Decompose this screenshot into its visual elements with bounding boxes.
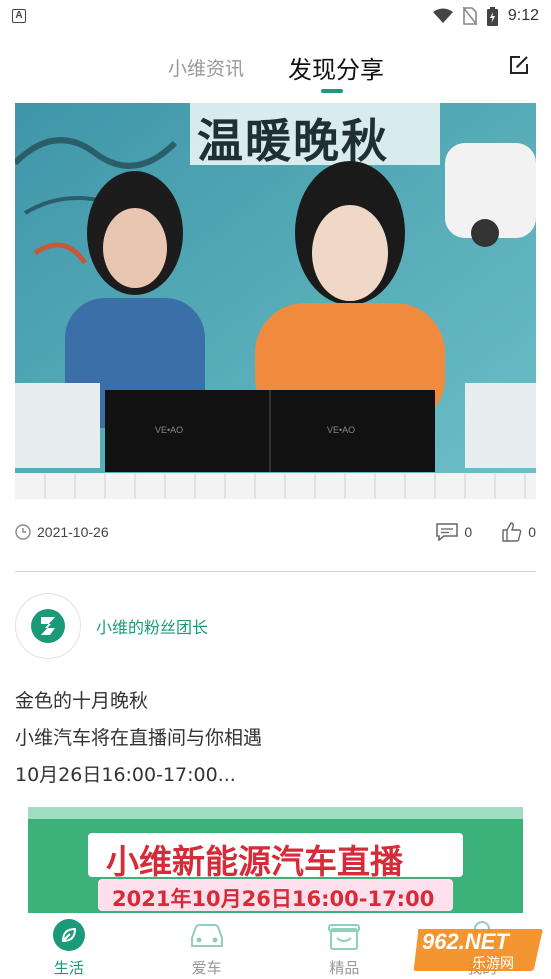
nav-label-car: 爱车 xyxy=(191,959,222,977)
box-logo-left: VE•AO xyxy=(155,425,184,435)
nav-label-boutique: 精品 xyxy=(329,959,360,977)
live-stream-banner[interactable]: 小维新能源汽车直播 2021年10月26日16:00-17:00 xyxy=(28,807,523,915)
notification-a-icon: A xyxy=(12,9,26,23)
top-tab-bar: 小维资讯 发现分享 xyxy=(0,40,551,96)
thumbs-up-icon xyxy=(502,522,522,542)
status-icons: 9:12 xyxy=(432,6,539,26)
car-icon xyxy=(190,924,223,947)
banner-title: 小维新能源汽车直播 xyxy=(106,842,403,881)
active-tab-indicator xyxy=(321,89,343,93)
author-row[interactable]: 小维的粉丝团长 xyxy=(15,593,208,659)
nav-item-boutique[interactable]: 精品 xyxy=(276,913,414,979)
banner-subtitle: 2021年10月26日16:00-17:00 xyxy=(112,887,435,911)
post-line: 小维汽车将在直播间与你相遇 xyxy=(15,727,263,749)
nav-item-life[interactable]: 生活 xyxy=(0,913,138,979)
clock-icon xyxy=(15,524,31,540)
box-logo-right: VE•AO xyxy=(327,425,356,435)
divider xyxy=(15,571,536,572)
brand-logo-icon xyxy=(31,609,65,643)
post-line: 10月26日16:00-17:00... xyxy=(15,764,236,786)
nav-item-car[interactable]: 爱车 xyxy=(138,913,276,979)
comment-count: 0 xyxy=(464,524,473,540)
status-time: 9:12 xyxy=(507,7,539,24)
status-bar: A 9:12 xyxy=(0,0,551,32)
post-date: 2021-10-26 xyxy=(37,524,109,540)
post-video-thumbnail[interactable]: 温暖晚秋 VE•AO VE•AO xyxy=(15,103,536,499)
watermark-text: 962.NET xyxy=(422,929,509,954)
tab-discover-share[interactable]: 发现分享 xyxy=(288,50,384,85)
leaf-icon xyxy=(52,919,85,951)
wifi-icon xyxy=(432,8,453,23)
like-count: 0 xyxy=(528,524,536,540)
comment-icon xyxy=(436,523,459,541)
watermark-subtext: 乐游网 xyxy=(472,956,514,972)
comment-button[interactable]: 0 xyxy=(436,523,472,541)
post-meta-row: 2021-10-26 0 0 xyxy=(15,518,536,546)
site-watermark: 962.NET 乐游网 xyxy=(412,923,546,975)
post-body[interactable]: 金色的十月晚秋 小维汽车将在直播间与你相遇 10月26日16:00-17:00.… xyxy=(15,683,262,794)
battery-charging-icon xyxy=(486,6,498,26)
no-sim-icon xyxy=(462,7,477,25)
like-button[interactable]: 0 xyxy=(502,522,536,542)
video-headline: 温暖晚秋 xyxy=(197,114,389,168)
post-line: 金色的十月晚秋 xyxy=(15,690,149,712)
gift-icon xyxy=(328,924,361,950)
tab-news[interactable]: 小维资讯 xyxy=(168,54,244,81)
avatar[interactable] xyxy=(15,593,81,659)
author-name[interactable]: 小维的粉丝团长 xyxy=(96,614,208,638)
edit-icon[interactable] xyxy=(508,54,530,76)
nav-label-life: 生活 xyxy=(53,959,84,977)
